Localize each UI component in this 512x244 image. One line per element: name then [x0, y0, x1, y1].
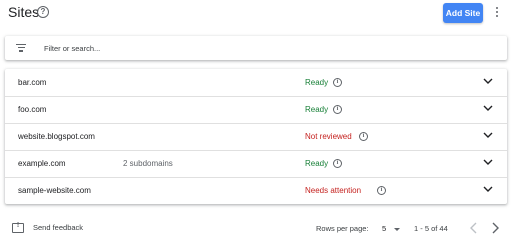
rows-per-page-select[interactable]: 5	[382, 224, 386, 233]
chevron-down-icon[interactable]	[483, 158, 493, 166]
filter-bar	[5, 36, 507, 60]
footer: Send feedback Rows per page: 5 1 - 5 of …	[0, 218, 512, 244]
pagination-range: 1 - 5 of 44	[414, 224, 448, 233]
list-item[interactable]: bar.com Ready i	[5, 69, 507, 97]
list-item[interactable]: example.com 2 subdomains Ready i	[5, 150, 507, 178]
info-icon[interactable]: i	[377, 186, 386, 195]
sites-list: bar.com Ready i foo.com Ready i website.…	[5, 69, 507, 204]
info-icon[interactable]: i	[333, 159, 342, 168]
status-label: Ready	[305, 105, 329, 114]
list-item[interactable]: foo.com Ready i	[5, 96, 507, 124]
add-site-button[interactable]: Add Site	[443, 3, 483, 23]
chevron-down-icon[interactable]	[483, 185, 493, 193]
dropdown-arrow-icon[interactable]	[394, 228, 400, 231]
chevron-down-icon[interactable]	[483, 131, 493, 139]
status-label: Not reviewed	[305, 132, 352, 141]
info-icon[interactable]: i	[333, 78, 342, 87]
send-feedback-link[interactable]: Send feedback	[33, 223, 83, 232]
page-title: Sites	[8, 4, 40, 20]
filter-icon[interactable]	[16, 44, 26, 52]
page-header: Sites ? Add Site	[0, 0, 512, 28]
list-item[interactable]: sample-website.com Needs attention i	[5, 177, 507, 204]
rows-per-page-label: Rows per page:	[316, 224, 369, 233]
site-name: example.com	[18, 159, 66, 168]
status-label: Needs attention	[305, 186, 362, 195]
site-name: bar.com	[18, 78, 47, 87]
info-icon[interactable]: i	[333, 105, 342, 114]
chevron-left-icon[interactable]	[469, 222, 479, 234]
list-item[interactable]: website.blogspot.com Not reviewed i	[5, 123, 507, 151]
more-options-icon[interactable]	[492, 5, 502, 21]
chevron-down-icon[interactable]	[483, 77, 493, 85]
info-icon[interactable]: i	[359, 132, 368, 141]
site-name: foo.com	[18, 105, 47, 114]
site-name: website.blogspot.com	[18, 132, 95, 141]
chevron-right-icon[interactable]	[490, 222, 500, 234]
help-icon[interactable]: ?	[37, 6, 49, 18]
status-label: Ready	[305, 78, 329, 87]
feedback-icon[interactable]	[12, 222, 24, 233]
site-name: sample-website.com	[18, 186, 91, 195]
search-input[interactable]	[44, 41, 484, 55]
status-label: Ready	[305, 159, 329, 168]
subdomain-count: 2 subdomains	[123, 159, 173, 168]
chevron-down-icon[interactable]	[483, 104, 493, 112]
